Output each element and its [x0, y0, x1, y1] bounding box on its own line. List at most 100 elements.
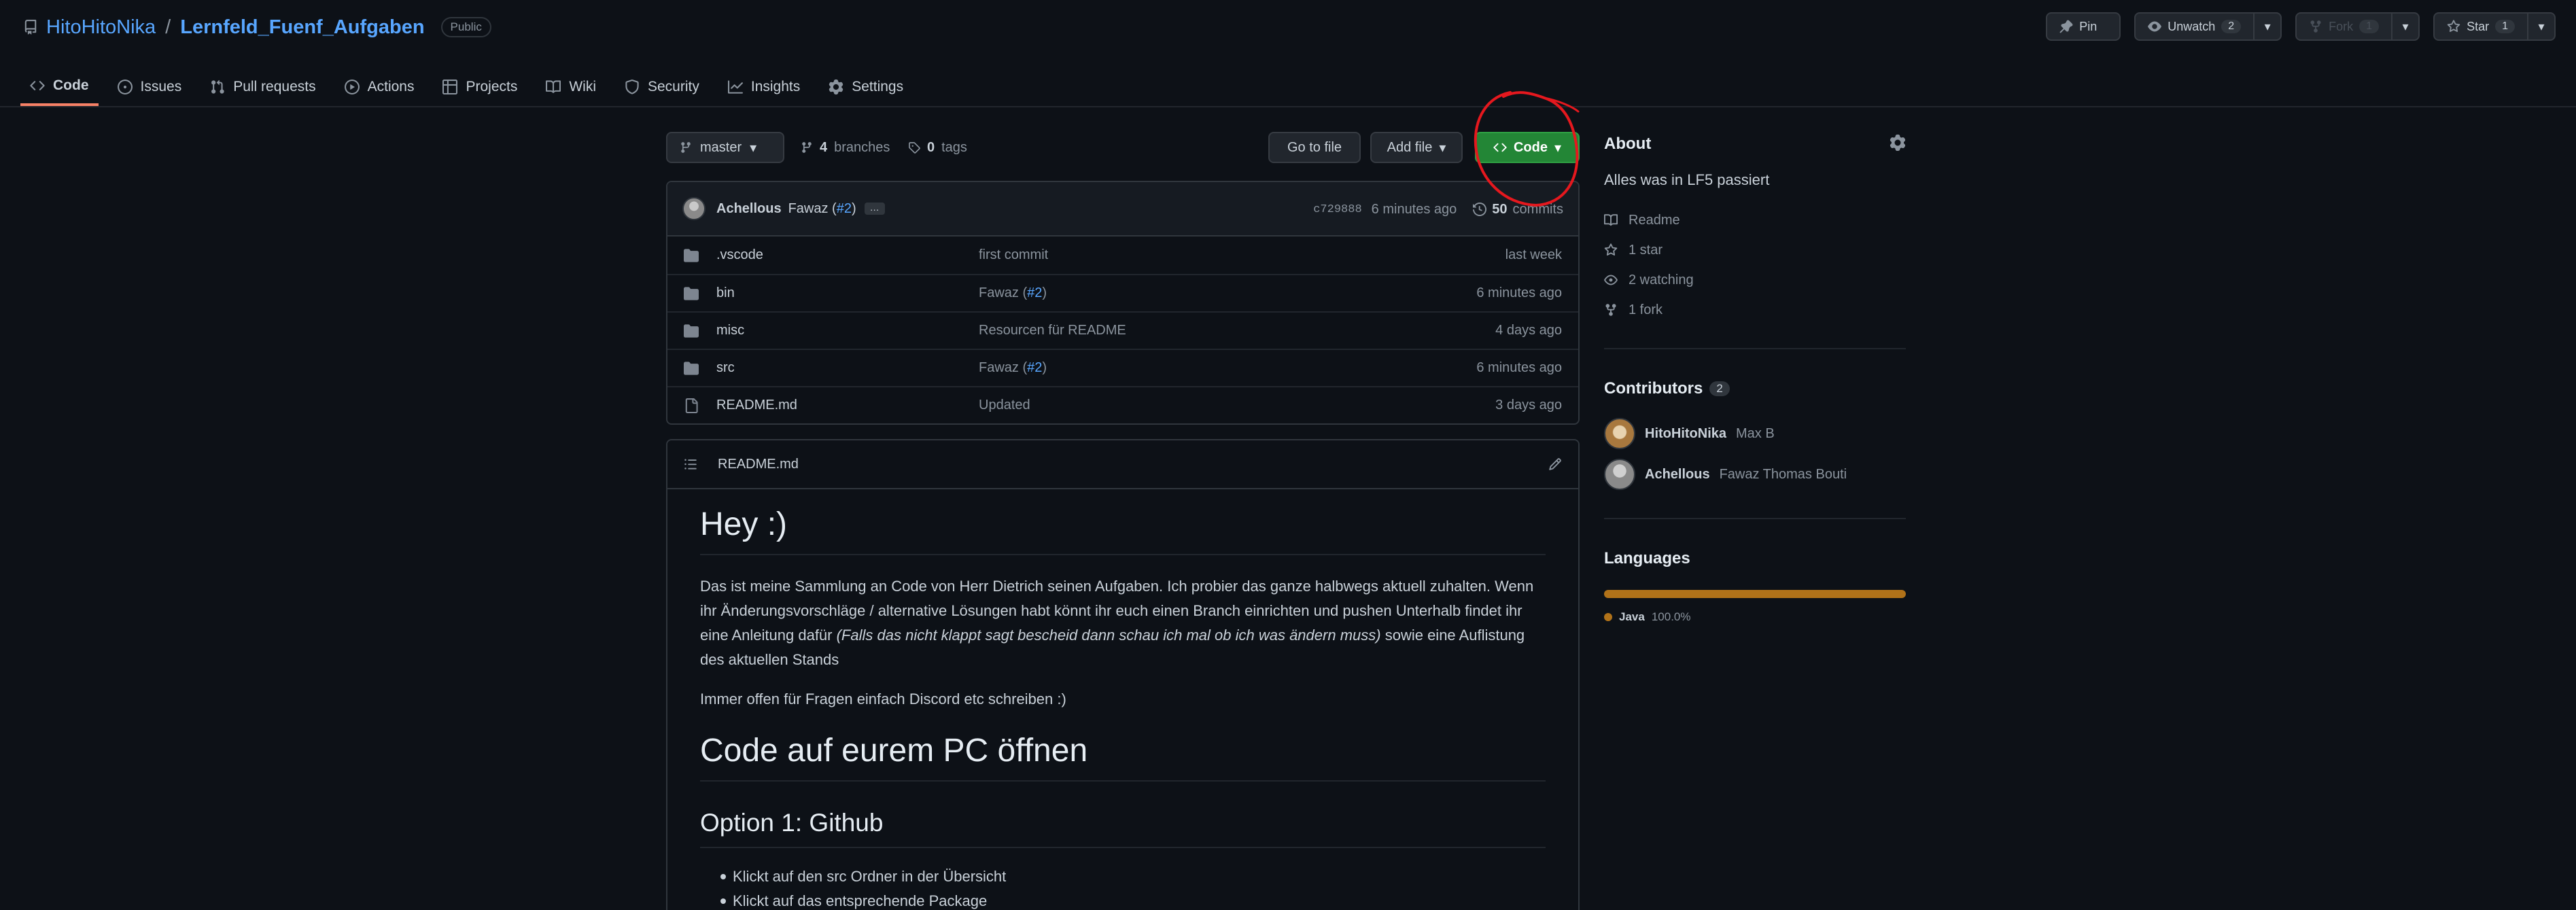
repo-owner-link[interactable]: HitoHitoNika	[46, 16, 156, 39]
code-dropdown-button[interactable]: Code ▾	[1475, 132, 1580, 163]
file-name-link[interactable]: .vscode	[716, 247, 763, 263]
pr-link[interactable]: #2	[1027, 360, 1042, 375]
code-icon	[30, 78, 45, 93]
tab-insights[interactable]: Insights	[718, 68, 810, 106]
chevron-down-icon: ▾	[1554, 140, 1562, 156]
tab-label: Settings	[852, 79, 904, 94]
pr-link[interactable]: #2	[837, 201, 852, 216]
commit-time: 6 minutes ago	[1371, 201, 1457, 217]
readme-list: Klickt auf den src Ordner in der Übersic…	[700, 864, 1546, 910]
readme-title[interactable]: README.md	[718, 457, 799, 472]
repo-header: HitoHitoNika / Lernfeld_Fuenf_Aufgaben P…	[0, 0, 2576, 107]
contributor-item[interactable]: HitoHitoNika Max B	[1604, 413, 1906, 454]
watch-dropdown[interactable]: ▾	[2253, 14, 2280, 39]
contributor-name: Fawaz Thomas Bouti	[1719, 466, 1847, 482]
chevron-down-icon: ▾	[750, 140, 757, 156]
star-icon	[1604, 243, 1618, 257]
avatar[interactable]	[682, 197, 706, 220]
tab-projects[interactable]: Projects	[433, 68, 527, 106]
tab-security[interactable]: Security	[615, 68, 709, 106]
language-color-dot	[1604, 613, 1612, 621]
contributor-item[interactable]: Achellous Fawaz Thomas Bouti	[1604, 454, 1906, 495]
star-dropdown[interactable]: ▾	[2527, 14, 2554, 39]
unwatch-button[interactable]: Unwatch 2 ▾	[2134, 12, 2282, 41]
tag-icon	[908, 141, 920, 154]
gear-icon	[829, 80, 843, 94]
list-icon[interactable]	[684, 457, 697, 471]
contributor-login: HitoHitoNika	[1645, 425, 1726, 441]
tab-label: Issues	[140, 79, 182, 94]
readme-heading: Code auf eurem PC öffnen	[700, 732, 1546, 782]
tab-pull-requests[interactable]: Pull requests	[201, 68, 325, 106]
file-commit-message[interactable]: first commit	[979, 247, 1048, 263]
star-icon	[2447, 20, 2460, 33]
go-to-file-label: Go to file	[1287, 139, 1342, 155]
readme-content: Hey :) Das ist meine Sammlung an Code vo…	[667, 489, 1578, 910]
repo-description: Alles was in LF5 passiert	[1604, 171, 1770, 188]
tab-issues[interactable]: Issues	[108, 68, 192, 106]
tab-settings[interactable]: Settings	[819, 68, 913, 106]
fork-dropdown[interactable]: ▾	[2391, 14, 2418, 39]
branches-link[interactable]: 4 branches	[801, 132, 890, 163]
language-item[interactable]: Java 100.0%	[1604, 610, 1906, 624]
file-date: last week	[1505, 247, 1562, 262]
tags-link[interactable]: 0 tags	[908, 132, 967, 163]
tab-actions[interactable]: Actions	[335, 68, 424, 106]
file-navigation: master ▾ 4 branches 0 tags Go to file Ad…	[666, 132, 1580, 163]
table-row[interactable]: .vscode first commit last week	[667, 237, 1578, 274]
file-name-link[interactable]: bin	[716, 285, 735, 301]
stars-link[interactable]: 1 star	[1604, 235, 1906, 265]
chevron-down-icon: ▾	[1439, 140, 1446, 156]
contributor-login: Achellous	[1645, 466, 1710, 482]
commits-link[interactable]: 50 commits	[1473, 202, 1563, 217]
tab-wiki[interactable]: Wiki	[536, 68, 606, 106]
file-commit-message[interactable]: Resourcen für README	[979, 323, 1126, 338]
tags-label: tags	[941, 139, 967, 155]
commit-message[interactable]: Fawaz (#2)	[788, 201, 856, 217]
file-name-link[interactable]: README.md	[716, 398, 797, 413]
readme-link[interactable]: Readme	[1604, 205, 1906, 235]
tab-code[interactable]: Code	[20, 68, 99, 106]
languages-title: Languages	[1604, 549, 1690, 567]
file-commit-message[interactable]: Fawaz (#2)	[979, 285, 1047, 301]
file-name-link[interactable]: src	[716, 360, 735, 376]
table-row[interactable]: misc Resourcen für README 4 days ago	[667, 311, 1578, 349]
repo-name-link[interactable]: Lernfeld_Fuenf_Aufgaben	[180, 16, 424, 39]
star-button[interactable]: Star 1 ▾	[2433, 12, 2556, 41]
tab-label: Projects	[466, 79, 518, 94]
commit-meta: c729888 6 minutes ago 50 commits	[1313, 182, 1563, 237]
forks-link[interactable]: 1 fork	[1604, 295, 1906, 325]
repo-icon	[23, 19, 38, 35]
tab-label: Pull requests	[233, 79, 316, 94]
watchers-link[interactable]: 2 watching	[1604, 265, 1906, 295]
gear-icon[interactable]	[1890, 135, 1906, 151]
pin-label: Pin	[2079, 19, 2098, 33]
pr-link[interactable]: #2	[1027, 285, 1042, 300]
table-row[interactable]: README.md Updated 3 days ago	[667, 386, 1578, 423]
pull-request-icon	[210, 80, 225, 94]
contributor-name: Max B	[1736, 425, 1775, 441]
pin-icon	[2059, 20, 2073, 33]
table-row[interactable]: bin Fawaz (#2) 6 minutes ago	[667, 274, 1578, 311]
chevron-down-icon: ▾	[2538, 19, 2545, 33]
file-commit-message[interactable]: Updated	[979, 398, 1030, 413]
watchers-label: 2 watching	[1629, 272, 1694, 287]
folder-icon	[684, 361, 699, 376]
pencil-icon[interactable]	[1548, 457, 1562, 471]
file-commit-message[interactable]: Fawaz (#2)	[979, 360, 1047, 376]
branch-selector[interactable]: master ▾	[666, 132, 784, 163]
go-to-file-button[interactable]: Go to file	[1268, 132, 1361, 163]
commit-author[interactable]: Achellous	[716, 201, 782, 217]
add-file-button[interactable]: Add file ▾	[1370, 132, 1463, 163]
file-name-link[interactable]: misc	[716, 323, 744, 338]
expand-commit-button[interactable]: …	[864, 203, 885, 215]
commit-sha[interactable]: c729888	[1313, 203, 1361, 216]
pin-button[interactable]: Pin	[2046, 12, 2121, 41]
visibility-badge: Public	[440, 17, 491, 37]
stars-label: 1 star	[1629, 242, 1663, 258]
branch-icon	[680, 141, 692, 154]
readme-paragraph: Das ist meine Sammlung an Code von Herr …	[700, 578, 1534, 668]
language-percent: 100.0%	[1651, 610, 1691, 623]
contributors-title[interactable]: Contributors 2	[1604, 374, 1906, 404]
table-row[interactable]: src Fawaz (#2) 6 minutes ago	[667, 349, 1578, 386]
